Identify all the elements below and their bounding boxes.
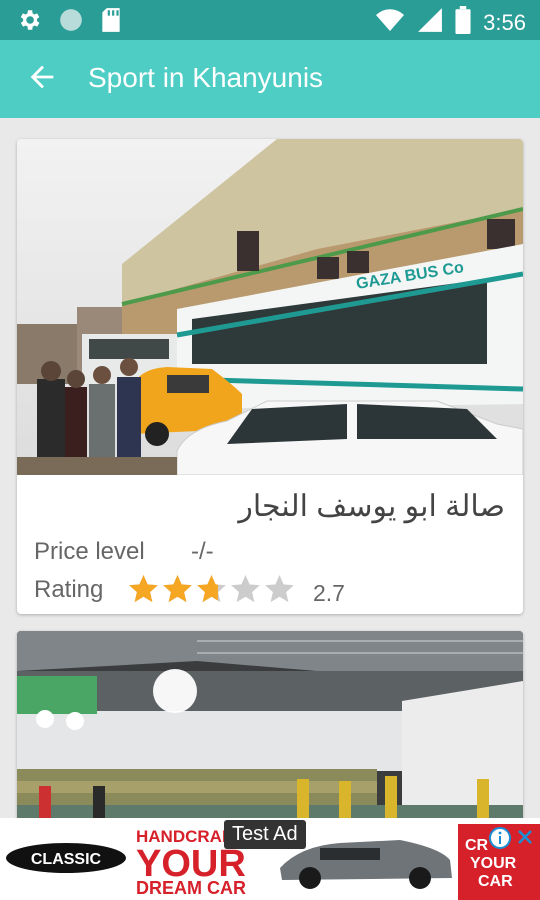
back-button[interactable] — [20, 59, 64, 99]
svg-text:CAR: CAR — [478, 873, 513, 890]
app-bar: Sport in Khanyunis — [0, 40, 540, 118]
clock: 3:56 — [483, 9, 526, 35]
signal-icon — [417, 7, 443, 38]
page-title: Sport in Khanyunis — [88, 62, 324, 93]
svg-text:CR: CR — [465, 837, 489, 854]
circle-icon — [58, 7, 84, 38]
gear-icon — [16, 7, 42, 38]
star-filled-icon — [127, 573, 160, 610]
star-empty-icon — [229, 573, 262, 610]
ad-info-icon[interactable] — [488, 826, 512, 855]
venue-card[interactable] — [17, 631, 523, 831]
price-level-label: Price level — [34, 538, 145, 565]
star-half-icon — [195, 573, 228, 610]
rating-value: 2.7 — [313, 580, 345, 606]
venue-card[interactable]: GAZA BUS Co صالة ابو يوسف النجار Price l… — [17, 139, 523, 614]
venue-name: صالة ابو يوسف النجار — [238, 490, 505, 523]
rating-label: Rating — [34, 576, 104, 603]
price-level-value: -/- — [191, 538, 214, 565]
svg-text:CLASSIC: CLASSIC — [31, 851, 102, 868]
battery-icon — [455, 6, 471, 39]
star-empty-icon — [263, 573, 296, 610]
status-right-icons: 3:56 — [375, 6, 526, 39]
status-left-icons — [16, 7, 122, 38]
arrow-back-icon — [25, 60, 59, 99]
svg-text:YOUR: YOUR — [470, 855, 517, 872]
venue-photo — [17, 631, 523, 831]
venue-photo: GAZA BUS Co — [17, 139, 523, 476]
svg-text:DREAM CAR: DREAM CAR — [136, 878, 246, 898]
star-filled-icon — [161, 573, 194, 610]
sd-card-icon — [100, 7, 122, 38]
wifi-icon — [375, 7, 405, 38]
status-bar: 3:56 — [0, 0, 540, 40]
test-ad-badge: Test Ad — [224, 820, 306, 849]
ad-close-icon[interactable] — [514, 826, 536, 853]
rating-stars — [127, 573, 296, 610]
